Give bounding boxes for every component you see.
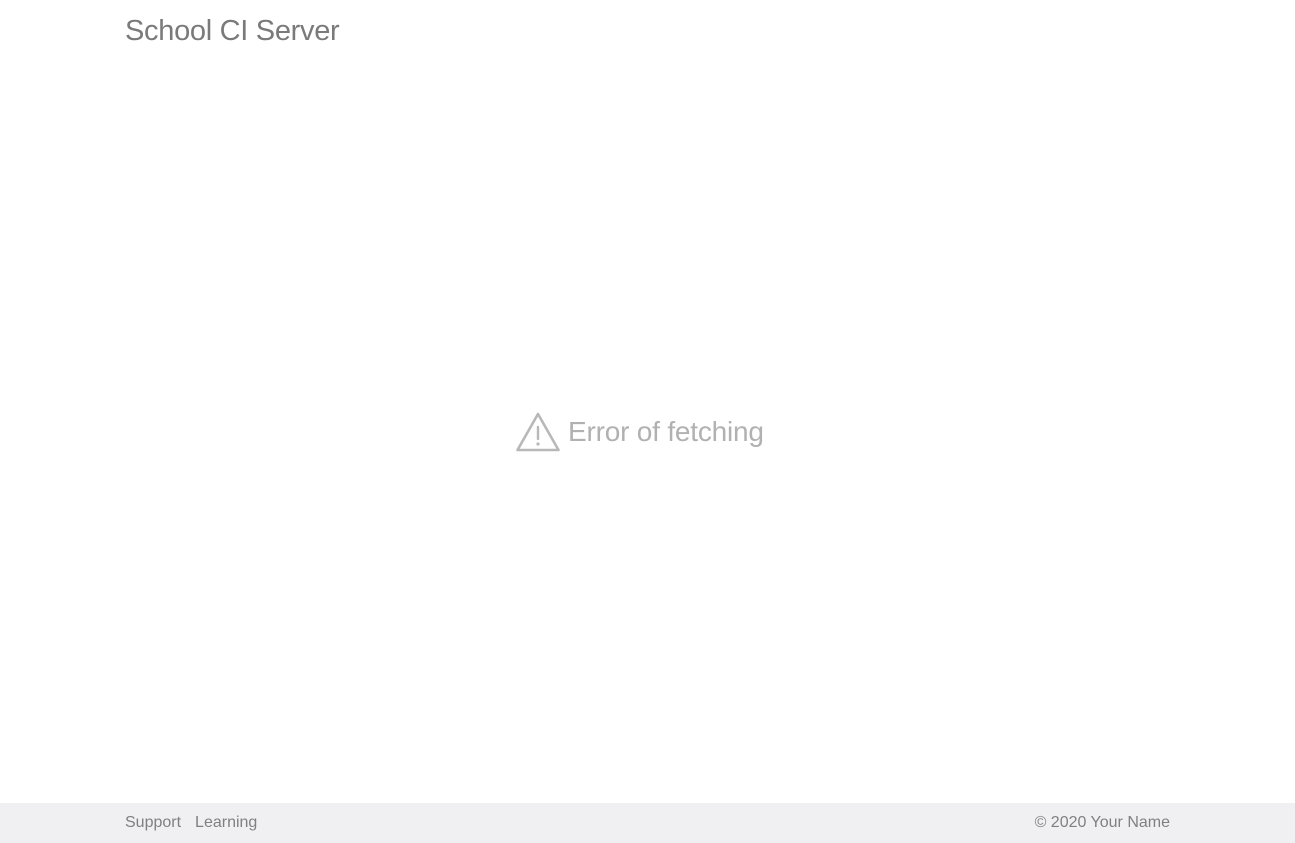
copyright-text: © 2020 Your Name bbox=[1034, 814, 1170, 831]
warning-triangle-icon bbox=[516, 412, 560, 452]
app-title[interactable]: School CI Server bbox=[125, 12, 340, 50]
error-message-block: Error of fetching bbox=[515, 410, 764, 454]
footer-nav: Support Learning bbox=[125, 803, 271, 843]
error-text: Error of fetching bbox=[568, 416, 764, 447]
footer-link-support[interactable]: Support bbox=[125, 814, 181, 832]
header: School CI Server bbox=[125, 12, 340, 52]
page: School CI Server Error of fetching Suppo… bbox=[0, 0, 1295, 843]
footer: Support Learning © 2020 Your Name bbox=[0, 803, 1295, 843]
footer-link-learning[interactable]: Learning bbox=[195, 814, 257, 832]
